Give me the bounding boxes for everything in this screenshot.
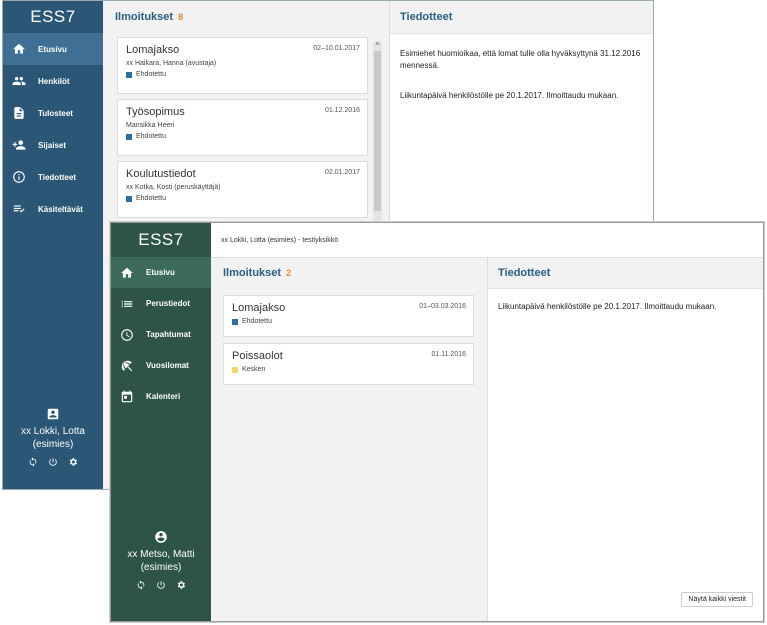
scrollbar-thumb[interactable] <box>374 51 381 211</box>
nav-item-vuosilomat[interactable]: Vuosilomat <box>111 350 211 381</box>
nav-item-sijaiset[interactable]: Sijaiset <box>3 129 103 161</box>
nav-label: Etusivu <box>146 268 175 277</box>
nav-label: Tapahtumat <box>146 330 191 339</box>
panel-title: Ilmoitukset <box>223 267 282 279</box>
card-date: 01.11.2016 <box>431 351 466 358</box>
info-icon <box>12 170 26 184</box>
ilmoitukset-panel: Ilmoitukset 2 Lomajakso 01–03.03.2016 Eh… <box>211 258 488 621</box>
nav-item-kalenteri[interactable]: Kalenteri <box>111 381 211 412</box>
home-icon <box>120 266 134 280</box>
beach-umbrella-icon <box>120 359 134 373</box>
card-status: Ehdotettu <box>136 133 166 140</box>
account-box-icon <box>3 407 103 425</box>
user-block: xx Lokki, Lotta (esimies) <box>3 407 103 471</box>
show-all-messages-button[interactable]: Näytä kaikki viestit <box>681 592 753 607</box>
nav-label: Henkilöt <box>38 76 70 86</box>
news-item: Esimiehet huomioikaa, että lomat tulle o… <box>400 49 641 70</box>
panel-title: Tiedotteet <box>498 267 551 279</box>
nav-label: Etusivu <box>38 44 67 54</box>
clock-icon <box>120 328 134 342</box>
context-bar: xx Lokki, Lotta (esimies) - testiyksikkö <box>211 223 763 258</box>
app-logo: ESS7 <box>138 230 184 249</box>
nav-item-tulosteet[interactable]: Tulosteet <box>3 97 103 129</box>
card-title: Poissaolot <box>232 350 283 362</box>
notification-card[interactable]: Poissaolot 01.11.2016 Kesken <box>223 343 474 385</box>
user-role: (esimies) <box>140 562 182 573</box>
news-item: Liikuntapäivä henkilöstölle pe 20.1.2017… <box>498 302 717 311</box>
status-square <box>232 318 238 325</box>
card-date: 02.01.2017 <box>324 169 360 176</box>
card-status: Kesken <box>242 366 266 373</box>
notification-card[interactable]: Koulutustiedot 02.01.2017 xx Kotka, Kost… <box>117 161 368 218</box>
power-icon[interactable] <box>156 580 166 594</box>
refresh-icon[interactable] <box>136 580 146 594</box>
people-icon <box>12 74 26 88</box>
gear-icon[interactable] <box>68 457 78 471</box>
sidebar: ESS7 Etusivu Henkilöt Tulosteet Sijaiset… <box>3 1 103 489</box>
notification-card[interactable]: Lomajakso 02–10.01.2017 xx Haikara, Hann… <box>117 37 368 94</box>
chevron-up-icon[interactable]: ^ <box>373 41 382 50</box>
status-square <box>126 133 132 140</box>
notification-card[interactable]: Lomajakso 01–03.03.2016 Ehdotettu <box>223 295 474 337</box>
panel-title: Ilmoitukset <box>115 11 174 23</box>
calendar-icon <box>120 390 134 404</box>
nav-item-henkilot[interactable]: Henkilöt <box>3 65 103 97</box>
card-status: Ehdotettu <box>136 195 166 202</box>
card-date: 01–03.03.2016 <box>419 303 466 310</box>
nav-label: Tulosteet <box>38 108 73 118</box>
card-status: Ehdotettu <box>242 318 272 325</box>
nav-label: Tiedotteet <box>38 172 77 182</box>
nav-label: Perustiedot <box>146 299 191 308</box>
status-square <box>126 195 132 202</box>
app-window-front: ESS7 Etusivu Perustiedot Tapahtumat Vuos… <box>110 222 764 622</box>
sidebar-nav: Etusivu Perustiedot Tapahtumat Vuosiloma… <box>111 257 211 412</box>
count-badge: 2 <box>286 268 292 278</box>
panel-title: Tiedotteet <box>400 11 453 23</box>
card-date: 02–10.01.2017 <box>313 45 360 52</box>
notification-card[interactable]: Työsopimus 01.12.2016 Mansikka Heeri Ehd… <box>117 99 368 156</box>
nav-item-kasiteltavat[interactable]: Käsiteltävät <box>3 193 103 225</box>
sidebar-nav: Etusivu Henkilöt Tulosteet Sijaiset Tied… <box>3 33 103 225</box>
user-name: xx Metso, Matti <box>127 549 195 560</box>
nav-label: Sijaiset <box>38 140 67 150</box>
nav-item-etusivu[interactable]: Etusivu <box>3 33 103 65</box>
nav-label: Kalenteri <box>146 392 181 401</box>
nav-item-perustiedot[interactable]: Perustiedot <box>111 288 211 319</box>
news-item: Liikuntapäivä henkilöstölle pe 20.1.2017… <box>400 91 619 100</box>
user-block: xx Metso, Matti (esimies) <box>111 530 211 594</box>
checklist-icon <box>12 202 26 216</box>
status-square <box>232 366 238 373</box>
status-square <box>126 71 132 78</box>
sidebar: ESS7 Etusivu Perustiedot Tapahtumat Vuos… <box>111 223 211 621</box>
card-person: Mansikka Heeri <box>126 122 175 129</box>
count-badge: 8 <box>178 12 184 22</box>
add-person-icon <box>12 138 26 152</box>
nav-item-etusivu[interactable]: Etusivu <box>111 257 211 288</box>
refresh-icon[interactable] <box>28 457 38 471</box>
document-icon <box>12 106 26 120</box>
gear-icon[interactable] <box>176 580 186 594</box>
card-date: 01.12.2016 <box>324 107 360 114</box>
nav-item-tapahtumat[interactable]: Tapahtumat <box>111 319 211 350</box>
nav-item-tiedotteet[interactable]: Tiedotteet <box>3 161 103 193</box>
list-icon <box>120 297 134 311</box>
card-person: xx Haikara, Hanna (avustaja) <box>126 60 217 67</box>
app-logo: ESS7 <box>30 7 76 26</box>
home-icon <box>12 42 26 56</box>
user-name: xx Lokki, Lotta <box>21 426 85 437</box>
nav-label: Vuosilomat <box>146 361 189 370</box>
card-status: Ehdotettu <box>136 71 166 78</box>
user-role: (esimies) <box>32 439 74 450</box>
power-icon[interactable] <box>48 457 58 471</box>
nav-label: Käsiteltävät <box>38 204 83 214</box>
card-person: xx Kotka, Kosti (peruskäyttäjä) <box>126 184 221 191</box>
account-circle-icon <box>111 530 211 548</box>
tiedotteet-panel: Tiedotteet Liikuntapäivä henkilöstölle p… <box>488 258 763 621</box>
